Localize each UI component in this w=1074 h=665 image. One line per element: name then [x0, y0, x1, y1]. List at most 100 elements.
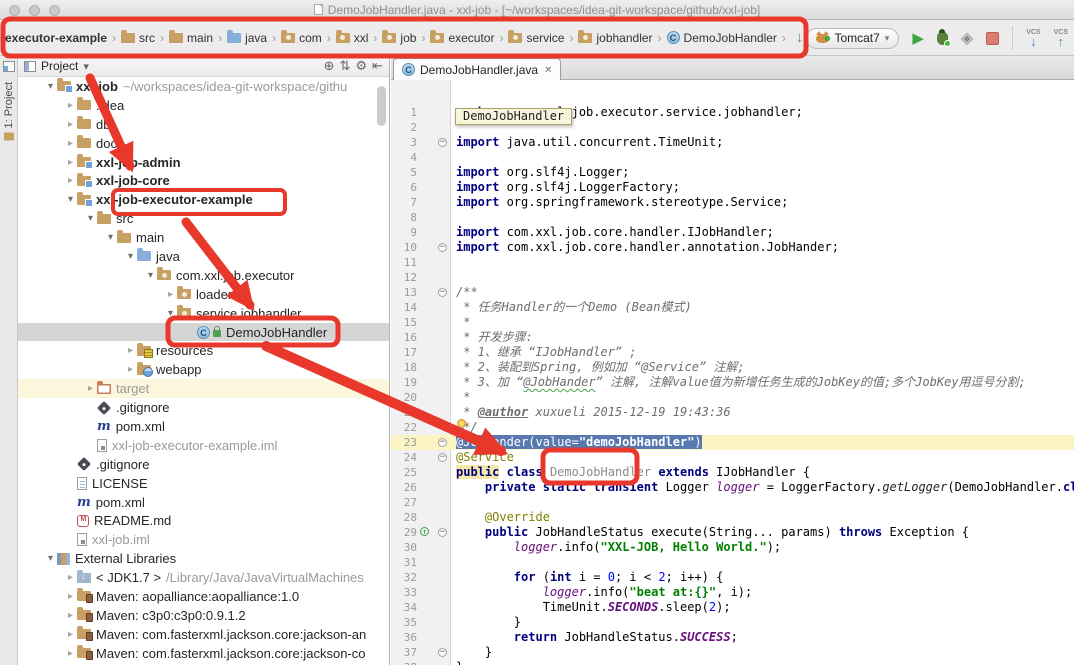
- expand-arrow-icon[interactable]: ▸: [64, 648, 77, 659]
- code-line-33[interactable]: 33 logger.info("beat at:{}", i);: [391, 585, 1074, 600]
- tree-item-maven-aopalliance-aopalliance-1-0[interactable]: ▸Maven: aopalliance:aopalliance:1.0: [18, 587, 389, 606]
- fold-marker-icon[interactable]: −: [438, 648, 447, 657]
- code-line-14[interactable]: 14 * 任务Handler的一个Demo (Bean模式): [391, 300, 1074, 315]
- tree-item-external-libraries[interactable]: ▾External Libraries: [18, 549, 389, 568]
- code-line-36[interactable]: 36 return JobHandleStatus.SUCCESS;: [391, 630, 1074, 645]
- hide-panel-button[interactable]: ⇤: [372, 58, 383, 74]
- code-line-34[interactable]: 34 TimeUnit.SECONDS.sleep(2);: [391, 600, 1074, 615]
- expand-arrow-icon[interactable]: ▸: [64, 138, 77, 149]
- close-window-button[interactable]: [9, 5, 20, 16]
- tree-item-demojobhandler[interactable]: CDemoJobHandler: [18, 323, 389, 342]
- code-line-17[interactable]: 17 * 1、继承 “IJobHandler” ;: [391, 345, 1074, 360]
- tree-item-gitignore[interactable]: .gitignore: [18, 455, 389, 474]
- minimize-window-button[interactable]: [29, 5, 40, 16]
- intention-bulb-icon[interactable]: [457, 419, 466, 428]
- code-line-6[interactable]: 6import org.slf4j.LoggerFactory;: [391, 180, 1074, 195]
- code-line-18[interactable]: 18 * 2、装配到Spring, 例如加 “@Service” 注解;: [391, 360, 1074, 375]
- breadcrumb-item-executor[interactable]: executor: [429, 29, 495, 47]
- code-line-4[interactable]: 4: [391, 150, 1074, 165]
- code-line-26[interactable]: 26 private static transient Logger logge…: [391, 480, 1074, 495]
- breadcrumb-item-com[interactable]: com: [280, 29, 323, 47]
- tree-item-pom-xml[interactable]: mpom.xml: [18, 417, 389, 436]
- debug-button[interactable]: [937, 32, 948, 45]
- editor-tab-demojobhandler[interactable]: C DemoJobHandler.java ×: [393, 58, 561, 80]
- code-line-5[interactable]: 5import org.slf4j.Logger;: [391, 165, 1074, 180]
- tree-item-doc[interactable]: ▸doc: [18, 134, 389, 153]
- breadcrumb-item-demojobhandler[interactable]: CDemoJobHandler: [666, 29, 778, 47]
- expand-arrow-icon[interactable]: ▸: [164, 289, 177, 300]
- tree-item-resources[interactable]: ▸resources: [18, 341, 389, 360]
- breadcrumb-item-executor-example[interactable]: executor-example: [4, 29, 108, 47]
- collapse-all-button[interactable]: ⇅: [340, 58, 351, 74]
- code-line-15[interactable]: 15 *: [391, 315, 1074, 330]
- tree-item-xxl-job-core[interactable]: ▸xxl-job-core: [18, 171, 389, 190]
- tree-item-target[interactable]: ▸target: [18, 379, 389, 398]
- code-line-20[interactable]: 20 *: [391, 390, 1074, 405]
- tree-item-db[interactable]: ▸db: [18, 115, 389, 134]
- structure-popup[interactable]: DemoJobHandler: [455, 108, 572, 125]
- expand-arrow-icon[interactable]: ▸: [64, 175, 77, 186]
- close-tab-icon[interactable]: ×: [545, 64, 551, 76]
- tree-item-maven-com-fasterxml-jackson-core-jackson-an[interactable]: ▸Maven: com.fasterxml.jackson.core:jacks…: [18, 625, 389, 644]
- code-line-12[interactable]: 12: [391, 270, 1074, 285]
- fold-marker-icon[interactable]: −: [438, 288, 447, 297]
- tree-scrollbar[interactable]: [377, 86, 386, 126]
- breadcrumb-item-service[interactable]: service: [507, 29, 565, 47]
- tree-item-pom-xml[interactable]: mpom.xml: [18, 493, 389, 512]
- tool-window-icon[interactable]: [3, 61, 15, 72]
- override-method-icon[interactable]: ↑: [420, 527, 429, 536]
- code-line-32[interactable]: 32 for (int i = 0; i < 2; i++) {: [391, 570, 1074, 585]
- tree-item-xxl-job-executor-example[interactable]: ▾xxl-job-executor-example: [18, 190, 389, 209]
- code-line-25[interactable]: 25public class DemoJobHandler extends IJ…: [391, 465, 1074, 480]
- code-line-7[interactable]: 7import org.springframework.stereotype.S…: [391, 195, 1074, 210]
- run-button[interactable]: ▶: [912, 31, 924, 46]
- code-line-13[interactable]: 13−/**: [391, 285, 1074, 300]
- project-tool-window-tab[interactable]: 1: Project: [3, 82, 15, 140]
- code-line-29[interactable]: 29↑− public JobHandleStatus execute(Stri…: [391, 525, 1074, 540]
- tree-item-loader[interactable]: ▸loader: [18, 285, 389, 304]
- expand-arrow-icon[interactable]: ▸: [64, 591, 77, 602]
- code-line-16[interactable]: 16 * 开发步骤:: [391, 330, 1074, 345]
- expand-arrow-icon[interactable]: ▸: [64, 100, 77, 111]
- breadcrumb-item-jobhandler[interactable]: jobhandler: [577, 29, 653, 47]
- tree-item-xxl-job[interactable]: ▾xxl-job ~/workspaces/idea-git-workspace…: [18, 77, 389, 96]
- breadcrumb-item-job[interactable]: job: [381, 29, 417, 47]
- expand-arrow-icon[interactable]: ▸: [124, 364, 137, 375]
- breadcrumb-item-xxl[interactable]: xxl: [335, 29, 370, 47]
- tree-item-readme-md[interactable]: README.md: [18, 511, 389, 530]
- tree-item-xxl-job-iml[interactable]: xxl-job.iml: [18, 530, 389, 549]
- vcs-update-button[interactable]: VCS↓: [1026, 29, 1040, 47]
- code-line-10[interactable]: 10−import com.xxl.job.core.handler.annot…: [391, 240, 1074, 255]
- expand-arrow-icon[interactable]: ▸: [64, 119, 77, 130]
- breadcrumb-item-src[interactable]: src: [120, 29, 156, 47]
- fold-marker-icon[interactable]: −: [438, 243, 447, 252]
- code-line-35[interactable]: 35 }: [391, 615, 1074, 630]
- expand-arrow-icon[interactable]: ▸: [64, 610, 77, 621]
- code-line-31[interactable]: 31: [391, 555, 1074, 570]
- tree-item-java[interactable]: ▾java: [18, 247, 389, 266]
- code-line-11[interactable]: 11: [391, 255, 1074, 270]
- run-configuration-select[interactable]: Tomcat7 ▾: [806, 28, 899, 49]
- expand-arrow-icon[interactable]: ▾: [124, 251, 137, 262]
- fold-marker-icon[interactable]: −: [438, 438, 447, 447]
- stop-button[interactable]: [986, 32, 999, 45]
- tree-item-maven-com-fasterxml-jackson-core-jackson-co[interactable]: ▸Maven: com.fasterxml.jackson.core:jacks…: [18, 644, 389, 663]
- expand-arrow-icon[interactable]: ▸: [84, 383, 97, 394]
- tree-item-maven-c3p0-c3p0-0-9-1-2[interactable]: ▸Maven: c3p0:c3p0:0.9.1.2: [18, 606, 389, 625]
- fold-marker-icon[interactable]: −: [438, 138, 447, 147]
- expand-arrow-icon[interactable]: ▾: [44, 553, 57, 564]
- code-line-24[interactable]: 24−@Service: [391, 450, 1074, 465]
- code-line-30[interactable]: 30 logger.info("XXL-JOB, Hello World.");: [391, 540, 1074, 555]
- locate-file-button[interactable]: ⊕: [324, 58, 335, 74]
- tree-item-com-xxl-job-executor[interactable]: ▾com.xxl.job.executor: [18, 266, 389, 285]
- update-project-icon[interactable]: ↓: [796, 29, 804, 46]
- code-line-23[interactable]: 23−@JobHander(value="demoJobHandler"): [391, 435, 1074, 450]
- tree-item-jdk1-7[interactable]: ▸< JDK1.7 > /Library/Java/JavaVirtualMac…: [18, 568, 389, 587]
- code-line-38[interactable]: 38}: [391, 660, 1074, 665]
- expand-arrow-icon[interactable]: ▾: [64, 194, 77, 205]
- expand-arrow-icon[interactable]: ▾: [104, 232, 117, 243]
- coverage-button[interactable]: ◈: [961, 28, 973, 48]
- code-area[interactable]: 1package com.xxl.job.executor.service.jo…: [391, 80, 1074, 665]
- breadcrumb-item-main[interactable]: main: [168, 29, 214, 47]
- code-line-37[interactable]: 37− }: [391, 645, 1074, 660]
